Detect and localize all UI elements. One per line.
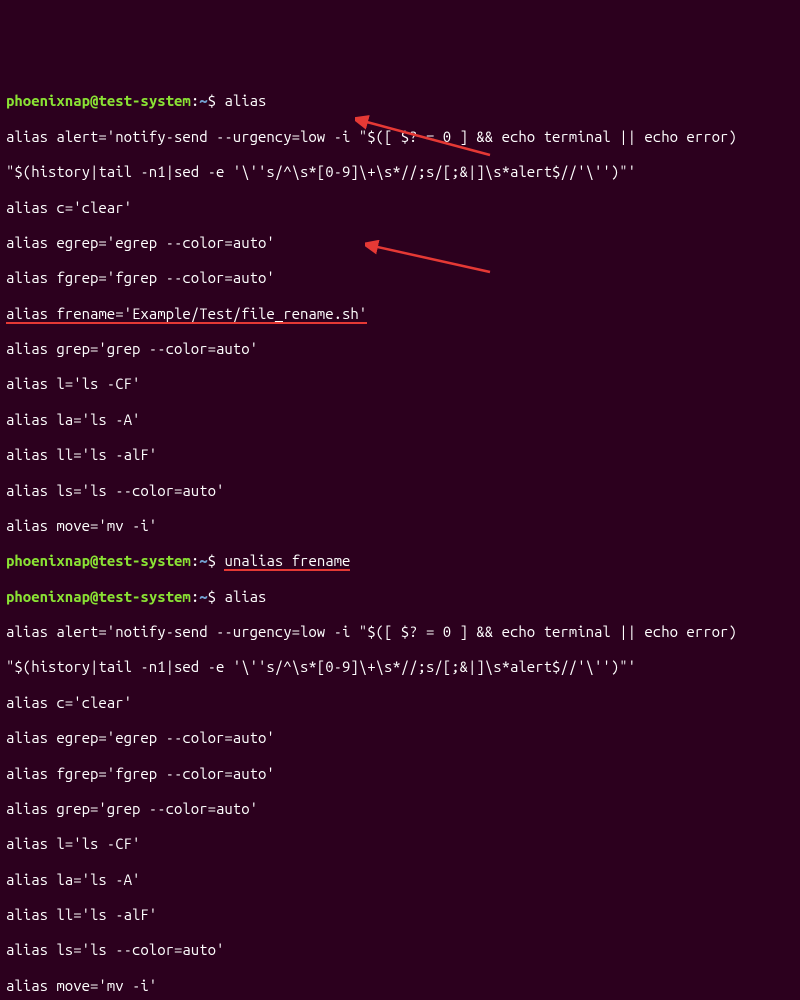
output-alert-line1: alias alert='notify-send --urgency=low -… (6, 128, 794, 146)
prompt-host: test-system (98, 92, 190, 109)
output2-ls: alias ls='ls --color=auto' (6, 941, 794, 959)
prompt-dollar: $ (208, 92, 225, 109)
prompt-dollar: $ (208, 588, 225, 605)
prompt-at: @ (90, 588, 98, 605)
prompt-host: test-system (98, 588, 190, 605)
prompt-colon: : (191, 552, 199, 569)
highlight-frename-alias: alias frename='Example/Test/file_rename.… (6, 305, 367, 324)
terminal[interactable]: phoenixnap@test-system:~$ alias alias al… (6, 75, 794, 1000)
output-ls: alias ls='ls --color=auto' (6, 482, 794, 500)
prompt-user: phoenixnap (6, 552, 90, 569)
prompt-user: phoenixnap (6, 588, 90, 605)
prompt-user: phoenixnap (6, 92, 90, 109)
output-c: alias c='clear' (6, 199, 794, 217)
prompt-line-1: phoenixnap@test-system:~$ alias (6, 92, 794, 110)
prompt-colon: : (191, 92, 199, 109)
command-alias-1: alias (224, 92, 266, 109)
output2-egrep: alias egrep='egrep --color=auto' (6, 729, 794, 747)
output2-alert-line2: "$(history|tail -n1|sed -e '\''s/^\s*[0-… (6, 658, 794, 676)
output2-ll: alias ll='ls -alF' (6, 906, 794, 924)
prompt-host: test-system (98, 552, 190, 569)
prompt-path: ~ (199, 92, 207, 109)
prompt-at: @ (90, 552, 98, 569)
output2-alert-line1: alias alert='notify-send --urgency=low -… (6, 623, 794, 641)
output-l: alias l='ls -CF' (6, 375, 794, 393)
output2-fgrep: alias fgrep='fgrep --color=auto' (6, 765, 794, 783)
output2-c: alias c='clear' (6, 694, 794, 712)
prompt-line-2: phoenixnap@test-system:~$ unalias frenam… (6, 552, 794, 570)
prompt-dollar: $ (208, 552, 225, 569)
output2-l: alias l='ls -CF' (6, 835, 794, 853)
output-la: alias la='ls -A' (6, 411, 794, 429)
command-alias-2: alias (224, 588, 266, 605)
output-alert-line2: "$(history|tail -n1|sed -e '\''s/^\s*[0-… (6, 163, 794, 181)
prompt-path: ~ (199, 552, 207, 569)
output-egrep: alias egrep='egrep --color=auto' (6, 234, 794, 252)
output2-move: alias move='mv -i' (6, 977, 794, 995)
output-fgrep: alias fgrep='fgrep --color=auto' (6, 269, 794, 287)
output-move: alias move='mv -i' (6, 517, 794, 535)
command-unalias: unalias frename (224, 552, 350, 571)
output-grep: alias grep='grep --color=auto' (6, 340, 794, 358)
output2-la: alias la='ls -A' (6, 871, 794, 889)
prompt-colon: : (191, 588, 199, 605)
output-ll: alias ll='ls -alF' (6, 446, 794, 464)
output2-grep: alias grep='grep --color=auto' (6, 800, 794, 818)
prompt-line-3: phoenixnap@test-system:~$ alias (6, 588, 794, 606)
prompt-path: ~ (199, 588, 207, 605)
output-frename: alias frename='Example/Test/file_rename.… (6, 305, 794, 323)
